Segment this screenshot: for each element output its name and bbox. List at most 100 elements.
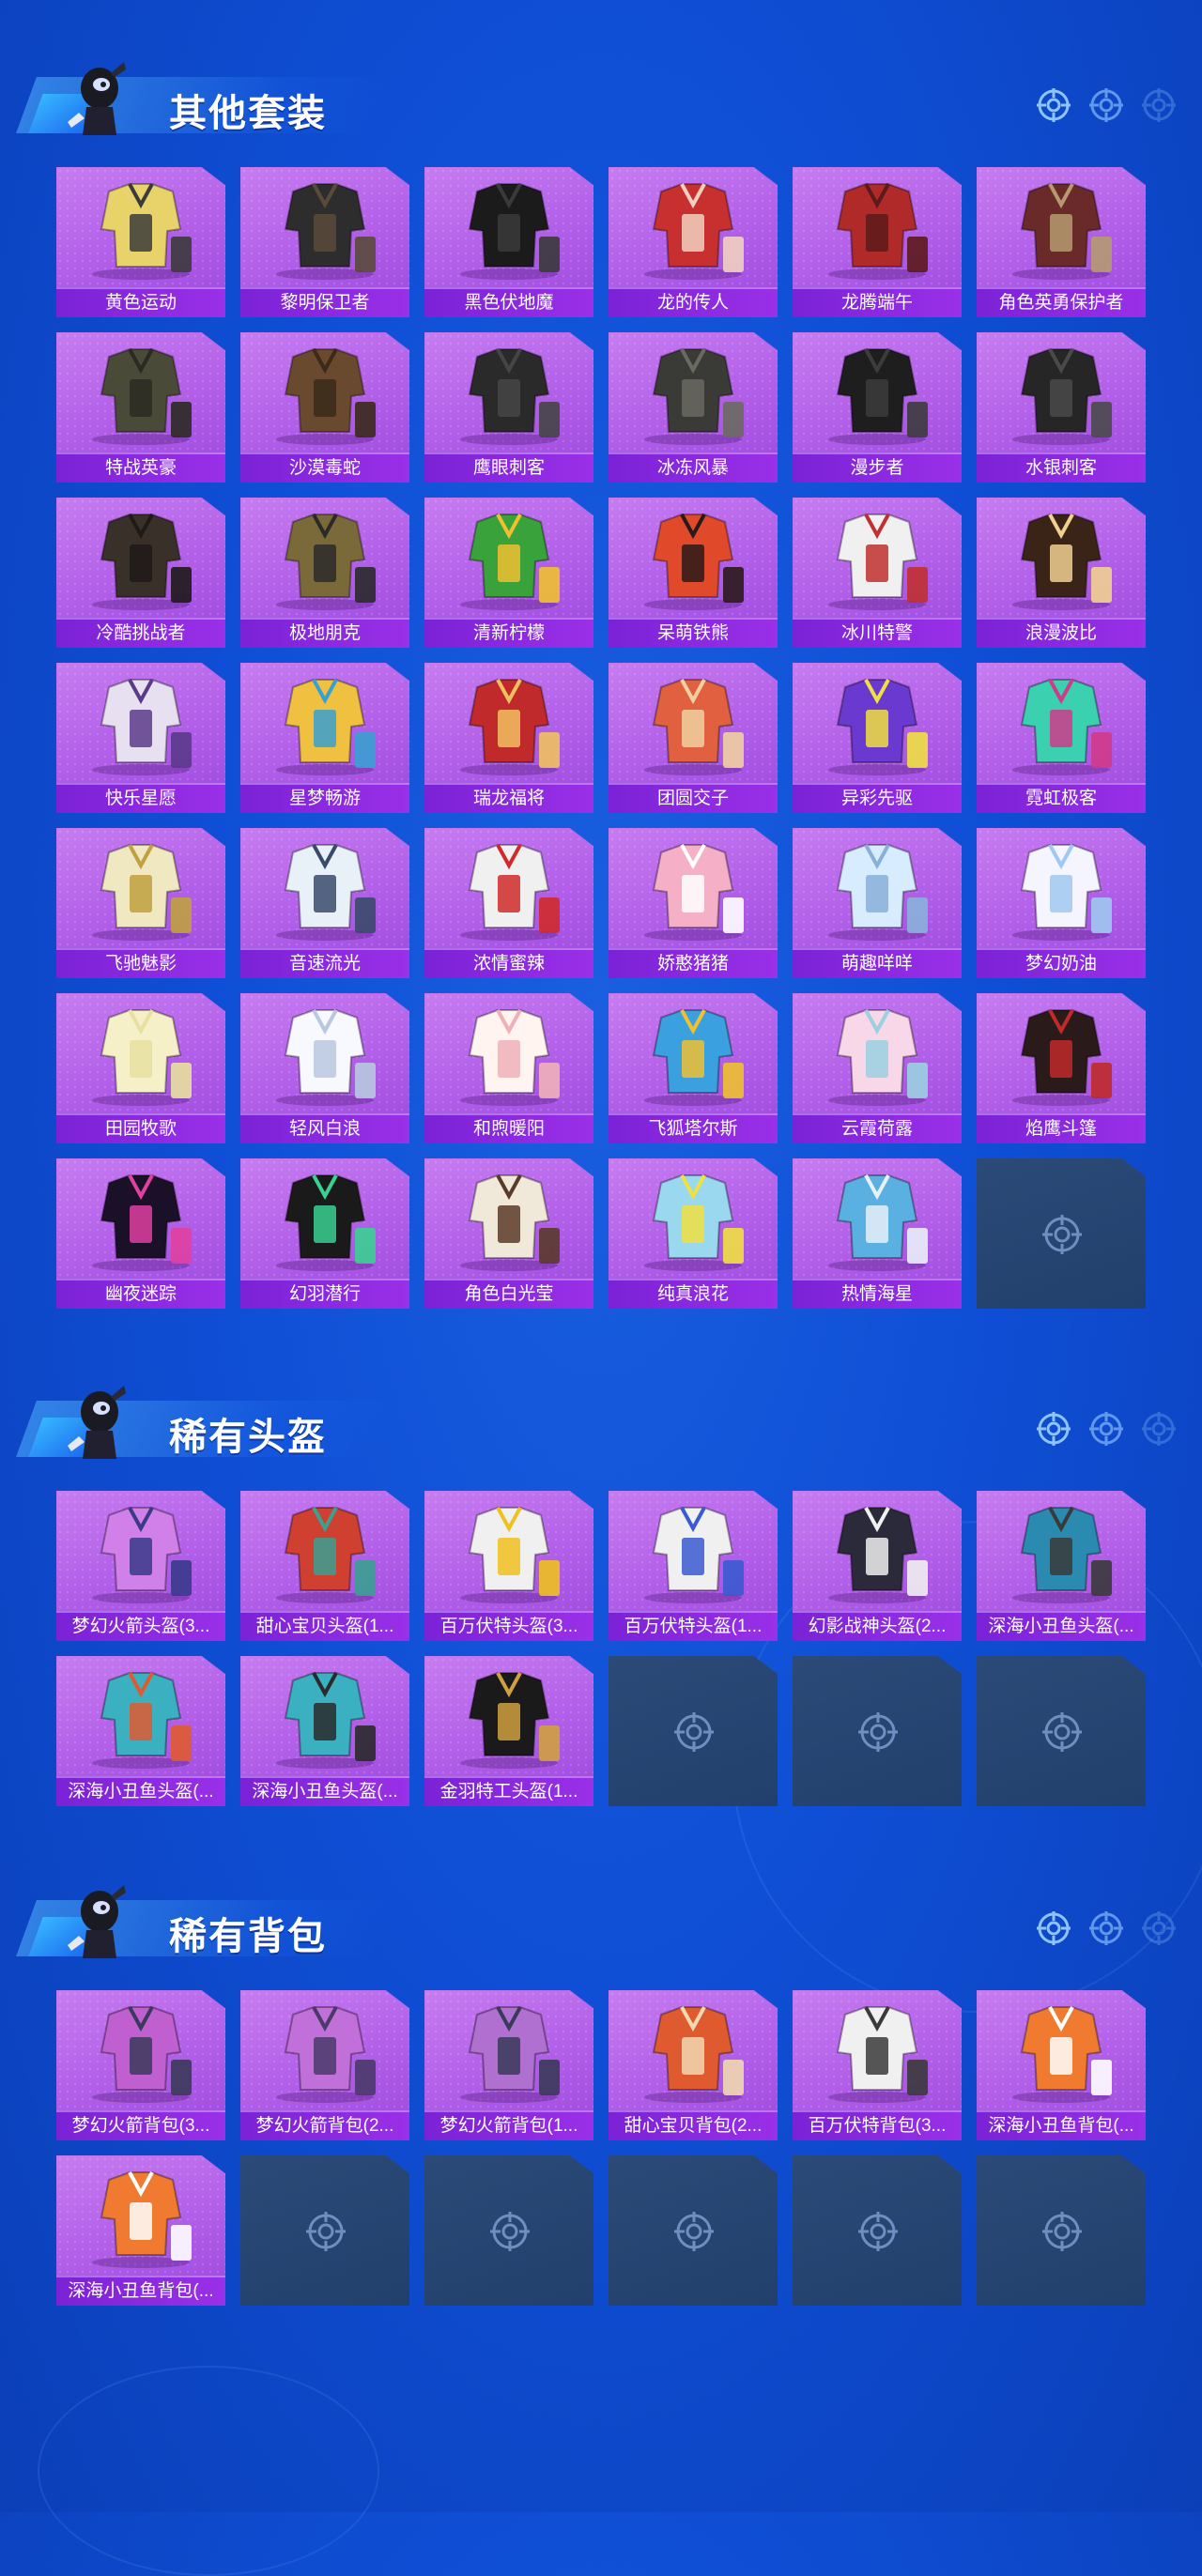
item-thumbnail <box>1012 844 1112 941</box>
item-thumbnail <box>460 1507 560 1603</box>
item-card[interactable]: 和煦暖阳 <box>424 993 593 1143</box>
item-card[interactable]: 冰冻风暴 <box>609 332 778 483</box>
item-card[interactable]: 团圆交子 <box>609 663 778 813</box>
section-title: 稀有头盔 <box>169 1417 327 1458</box>
item-card[interactable]: 幽夜迷踪 <box>56 1158 225 1309</box>
item-card[interactable]: 飞狐塔尔斯 <box>609 993 778 1143</box>
item-label: 梦幻火箭头盔(3... <box>56 1611 225 1641</box>
item-label: 甜心宝贝头盔(1... <box>240 1611 409 1641</box>
item-card[interactable]: 焰鹰斗篷 <box>977 993 1146 1143</box>
item-card[interactable]: 特战英豪 <box>56 332 225 483</box>
item-card[interactable]: 甜心宝贝头盔(1... <box>240 1491 409 1641</box>
item-card[interactable]: 梦幻火箭头盔(3... <box>56 1491 225 1641</box>
item-card[interactable]: 清新柠檬 <box>424 498 593 648</box>
item-card[interactable]: 梦幻奶油 <box>977 828 1146 978</box>
crosshair-icon <box>1037 88 1071 122</box>
section-header: 稀有背包 <box>16 1879 402 1964</box>
item-card[interactable]: 角色白光莹 <box>424 1158 593 1309</box>
item-card[interactable]: 呆萌铁熊 <box>609 498 778 648</box>
section-decor-targets <box>1035 86 1178 124</box>
item-label: 金羽特工头盔(1... <box>424 1776 593 1806</box>
item-label: 清新柠檬 <box>424 618 593 648</box>
item-thumbnail <box>92 348 192 445</box>
item-card[interactable]: 黄色运动 <box>56 167 225 317</box>
item-card[interactable]: 百万伏特头盔(3... <box>424 1491 593 1641</box>
item-card[interactable]: 浓情蜜辣 <box>424 828 593 978</box>
crosshair-icon <box>490 2212 530 2251</box>
item-card[interactable]: 飞驰魅影 <box>56 828 225 978</box>
item-card[interactable]: 田园牧歌 <box>56 993 225 1143</box>
item-card[interactable]: 热情海星 <box>793 1158 962 1309</box>
item-label: 梦幻奶油 <box>977 948 1146 978</box>
item-card[interactable]: 深海小丑鱼头盔(... <box>56 1656 225 1806</box>
item-card[interactable]: 龙的传人 <box>609 167 778 317</box>
item-card[interactable]: 瑞龙福将 <box>424 663 593 813</box>
item-thumbnail <box>92 1672 192 1769</box>
crosshair-icon <box>858 2212 898 2251</box>
item-label: 龙腾端午 <box>793 287 962 317</box>
item-card[interactable]: 百万伏特背包(3... <box>793 1990 962 2140</box>
item-card[interactable]: 音速流光 <box>240 828 409 978</box>
section-title: 其他套装 <box>169 93 327 134</box>
item-card[interactable]: 梦幻火箭背包(2... <box>240 1990 409 2140</box>
item-card[interactable]: 萌趣咩咩 <box>793 828 962 978</box>
item-card[interactable]: 梦幻火箭背包(1... <box>424 1990 593 2140</box>
item-card[interactable]: 云霞荷露 <box>793 993 962 1143</box>
item-thumbnail <box>644 1009 744 1106</box>
item-label: 飞驰魅影 <box>56 948 225 978</box>
crosshair-icon <box>1142 1412 1176 1446</box>
item-card[interactable]: 极地朋克 <box>240 498 409 648</box>
item-label: 纯真浪花 <box>609 1279 778 1309</box>
item-card[interactable]: 百万伏特头盔(1... <box>609 1491 778 1641</box>
item-thumbnail <box>460 2006 560 2103</box>
item-card[interactable]: 黑色伏地魔 <box>424 167 593 317</box>
item-card[interactable]: 龙腾端午 <box>793 167 962 317</box>
item-label: 角色英勇保护者 <box>977 287 1146 317</box>
item-label: 百万伏特头盔(3... <box>424 1611 593 1641</box>
item-label: 黎明保卫者 <box>240 287 409 317</box>
item-card[interactable]: 角色英勇保护者 <box>977 167 1146 317</box>
crosshair-icon <box>1089 88 1123 122</box>
item-label: 和煦暖阳 <box>424 1113 593 1143</box>
item-card[interactable]: 水银刺客 <box>977 332 1146 483</box>
item-thumbnail <box>1012 679 1112 775</box>
item-thumbnail <box>828 348 928 445</box>
crosshair-icon <box>1089 1412 1123 1446</box>
item-label: 音速流光 <box>240 948 409 978</box>
item-card[interactable]: 幻影战神头盔(2... <box>793 1491 962 1641</box>
item-label: 瑞龙福将 <box>424 783 593 813</box>
item-thumbnail <box>92 1009 192 1106</box>
item-label: 轻风白浪 <box>240 1113 409 1143</box>
item-card[interactable]: 浪漫波比 <box>977 498 1146 648</box>
item-thumbnail <box>276 1672 376 1769</box>
item-card[interactable]: 漫步者 <box>793 332 962 483</box>
item-card[interactable]: 沙漠毒蛇 <box>240 332 409 483</box>
item-label: 鹰眼刺客 <box>424 452 593 483</box>
item-card[interactable]: 异彩先驱 <box>793 663 962 813</box>
item-card[interactable]: 轻风白浪 <box>240 993 409 1143</box>
empty-slot <box>240 2155 409 2306</box>
item-label: 黑色伏地魔 <box>424 287 593 317</box>
item-card[interactable]: 快乐星愿 <box>56 663 225 813</box>
item-card[interactable]: 冷酷挑战者 <box>56 498 225 648</box>
item-card[interactable]: 金羽特工头盔(1... <box>424 1656 593 1806</box>
item-thumbnail <box>828 1507 928 1603</box>
item-label: 黄色运动 <box>56 287 225 317</box>
item-card[interactable]: 黎明保卫者 <box>240 167 409 317</box>
item-card[interactable]: 鹰眼刺客 <box>424 332 593 483</box>
item-thumbnail <box>828 679 928 775</box>
item-card[interactable]: 娇憨猪猪 <box>609 828 778 978</box>
item-card[interactable]: 纯真浪花 <box>609 1158 778 1309</box>
crosshair-icon <box>858 1712 898 1752</box>
empty-slot <box>977 1656 1146 1806</box>
item-card[interactable]: 深海小丑鱼背包(... <box>977 1990 1146 2140</box>
item-card[interactable]: 幻羽潜行 <box>240 1158 409 1309</box>
item-card[interactable]: 深海小丑鱼头盔(... <box>240 1656 409 1806</box>
item-card[interactable]: 星梦畅游 <box>240 663 409 813</box>
item-card[interactable]: 梦幻火箭背包(3... <box>56 1990 225 2140</box>
item-card[interactable]: 深海小丑鱼背包(... <box>56 2155 225 2306</box>
item-card[interactable]: 甜心宝贝背包(2... <box>609 1990 778 2140</box>
item-card[interactable]: 深海小丑鱼头盔(... <box>977 1491 1146 1641</box>
item-card[interactable]: 冰川特警 <box>793 498 962 648</box>
item-card[interactable]: 霓虹极客 <box>977 663 1146 813</box>
